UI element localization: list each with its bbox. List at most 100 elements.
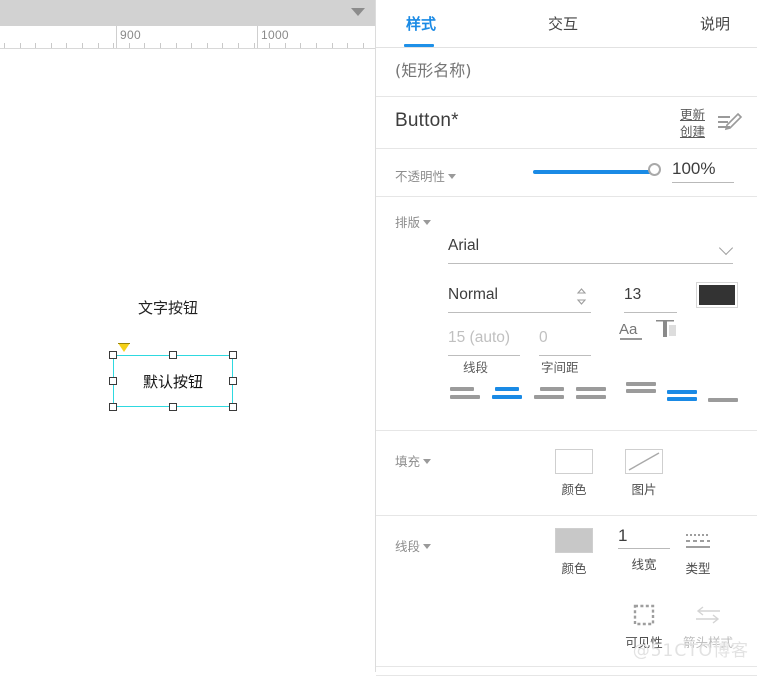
shape-name-section [376, 48, 757, 97]
align-middle-icon[interactable] [667, 390, 701, 407]
letter-spacing-value: 0 [539, 329, 548, 346]
opacity-slider-track[interactable] [533, 170, 658, 174]
ruler-tick [347, 43, 348, 48]
typography-section: 排版 Arial Normal 13 15 (auto) 线段 0 字间距 Aa [376, 197, 757, 431]
font-family-select[interactable]: Arial [448, 237, 734, 264]
edit-pencil-icon[interactable] [717, 112, 743, 134]
caret-down-icon[interactable] [351, 8, 365, 16]
line-color-caption: 颜色 [561, 561, 587, 576]
line-type-button[interactable]: 类型 [666, 528, 730, 577]
ruler-tick [51, 43, 52, 48]
ruler-tick [363, 43, 364, 48]
align-center-icon[interactable] [492, 385, 526, 402]
line-height-input[interactable]: 15 (auto) [448, 329, 520, 356]
caret-down-icon[interactable] [423, 220, 432, 225]
shape-label: 默认按钮 [142, 372, 203, 391]
align-right-icon[interactable] [534, 385, 568, 402]
font-color-swatch[interactable] [696, 282, 738, 308]
ruler-tick [35, 43, 36, 48]
ruler-major-tick [257, 26, 258, 48]
ruler-tick [285, 43, 286, 48]
update-create-links[interactable]: 更新 创建 [680, 106, 705, 140]
align-bottom-icon[interactable] [708, 398, 742, 415]
panel-bottom-divider [376, 666, 757, 672]
font-weight-select[interactable]: Normal [448, 286, 591, 313]
line-visibility-button[interactable]: 可见性 [612, 602, 676, 651]
resize-handle-ne[interactable] [229, 351, 237, 359]
resize-handle-e[interactable] [229, 377, 237, 385]
inspector-panel: 样式 交互 说明 Button* 更新 创建 不透 [375, 0, 757, 676]
canvas-text-label[interactable]: 文字按钮 [138, 297, 198, 318]
line-arrow-button[interactable]: 箭头样式 [676, 602, 740, 651]
fill-image-caption: 图片 [631, 482, 657, 497]
line-visibility-caption: 可见性 [625, 635, 663, 650]
font-weight-value: Normal [448, 286, 498, 303]
letter-spacing-caption: 字间距 [541, 360, 579, 375]
text-shadow-T-icon[interactable] [654, 317, 678, 343]
opacity-section: 不透明性 [376, 149, 757, 197]
chevron-down-icon[interactable] [718, 240, 734, 256]
double-arrow-icon [676, 602, 740, 627]
fill-color-caption: 颜色 [561, 482, 587, 497]
dashed-square-icon [612, 602, 676, 627]
font-size-value: 13 [624, 286, 642, 303]
fill-section: 填充 颜色 图片 [376, 431, 757, 516]
line-width-value: 1 [618, 526, 670, 549]
ruler-tick [144, 43, 145, 48]
panel-tabs: 样式 交互 说明 [376, 0, 757, 48]
fill-image-button[interactable]: 图片 [612, 449, 676, 498]
ruler-tick [113, 43, 114, 48]
font-family-value: Arial [448, 237, 480, 254]
ruler-tick [222, 43, 223, 48]
text-case-Aa-icon[interactable]: Aa [619, 319, 645, 343]
tab-style[interactable]: 样式 [406, 13, 436, 34]
line-height-caption: 线段 [463, 360, 489, 375]
fill-color-button[interactable]: 颜色 [542, 449, 606, 498]
shape-name-input[interactable] [395, 61, 695, 80]
font-size-input[interactable]: 13 [624, 286, 677, 313]
ruler-major-tick [116, 26, 117, 48]
resize-handle-s[interactable] [169, 403, 177, 411]
update-link[interactable]: 更新 [680, 106, 705, 123]
resize-handle-w[interactable] [109, 377, 117, 385]
image-diagonal-icon [625, 449, 663, 474]
ruler-tick [269, 43, 270, 48]
object-title: Button* [395, 110, 459, 131]
fill-color-swatch [555, 449, 593, 474]
resize-handle-nw[interactable] [109, 351, 117, 359]
caret-down-icon[interactable] [423, 459, 432, 464]
ruler-tick [191, 43, 192, 48]
ruler-tick [332, 43, 333, 48]
resize-handle-n[interactable] [169, 351, 177, 359]
fill-label: 填充 [395, 451, 432, 470]
tab-notes[interactable]: 说明 [700, 13, 730, 34]
triangle-marker-icon [118, 343, 130, 352]
ruler-tick [238, 43, 239, 48]
opacity-slider-knob[interactable] [648, 163, 661, 176]
opacity-value-input[interactable] [672, 159, 734, 183]
object-header-section: Button* 更新 创建 [376, 97, 757, 149]
resize-handle-se[interactable] [229, 403, 237, 411]
active-tab-indicator [404, 44, 434, 47]
ruler-tick [160, 43, 161, 48]
align-justify-icon[interactable] [576, 385, 610, 402]
ruler-tick [20, 43, 21, 48]
selected-shape[interactable]: 默认按钮 [109, 343, 237, 411]
caret-down-icon[interactable] [448, 174, 457, 179]
align-top-icon[interactable] [626, 382, 660, 399]
resize-handle-sw[interactable] [109, 403, 117, 411]
stepper-icon[interactable] [576, 287, 587, 306]
letter-spacing-input[interactable]: 0 [539, 329, 591, 356]
ruler-tick [66, 43, 67, 48]
canvas-body[interactable]: 文字按钮 默认按钮 [0, 49, 375, 672]
horizontal-align-group [450, 385, 615, 403]
tab-interaction[interactable]: 交互 [548, 13, 578, 34]
line-type-caption: 类型 [685, 561, 711, 576]
align-left-icon[interactable] [450, 385, 484, 402]
create-link[interactable]: 创建 [680, 123, 705, 140]
ruler-tick [300, 43, 301, 48]
ruler-tick [82, 43, 83, 48]
caret-down-icon[interactable] [423, 544, 432, 549]
line-color-button[interactable]: 颜色 [542, 528, 606, 577]
ruler-label: 1000 [261, 28, 289, 42]
